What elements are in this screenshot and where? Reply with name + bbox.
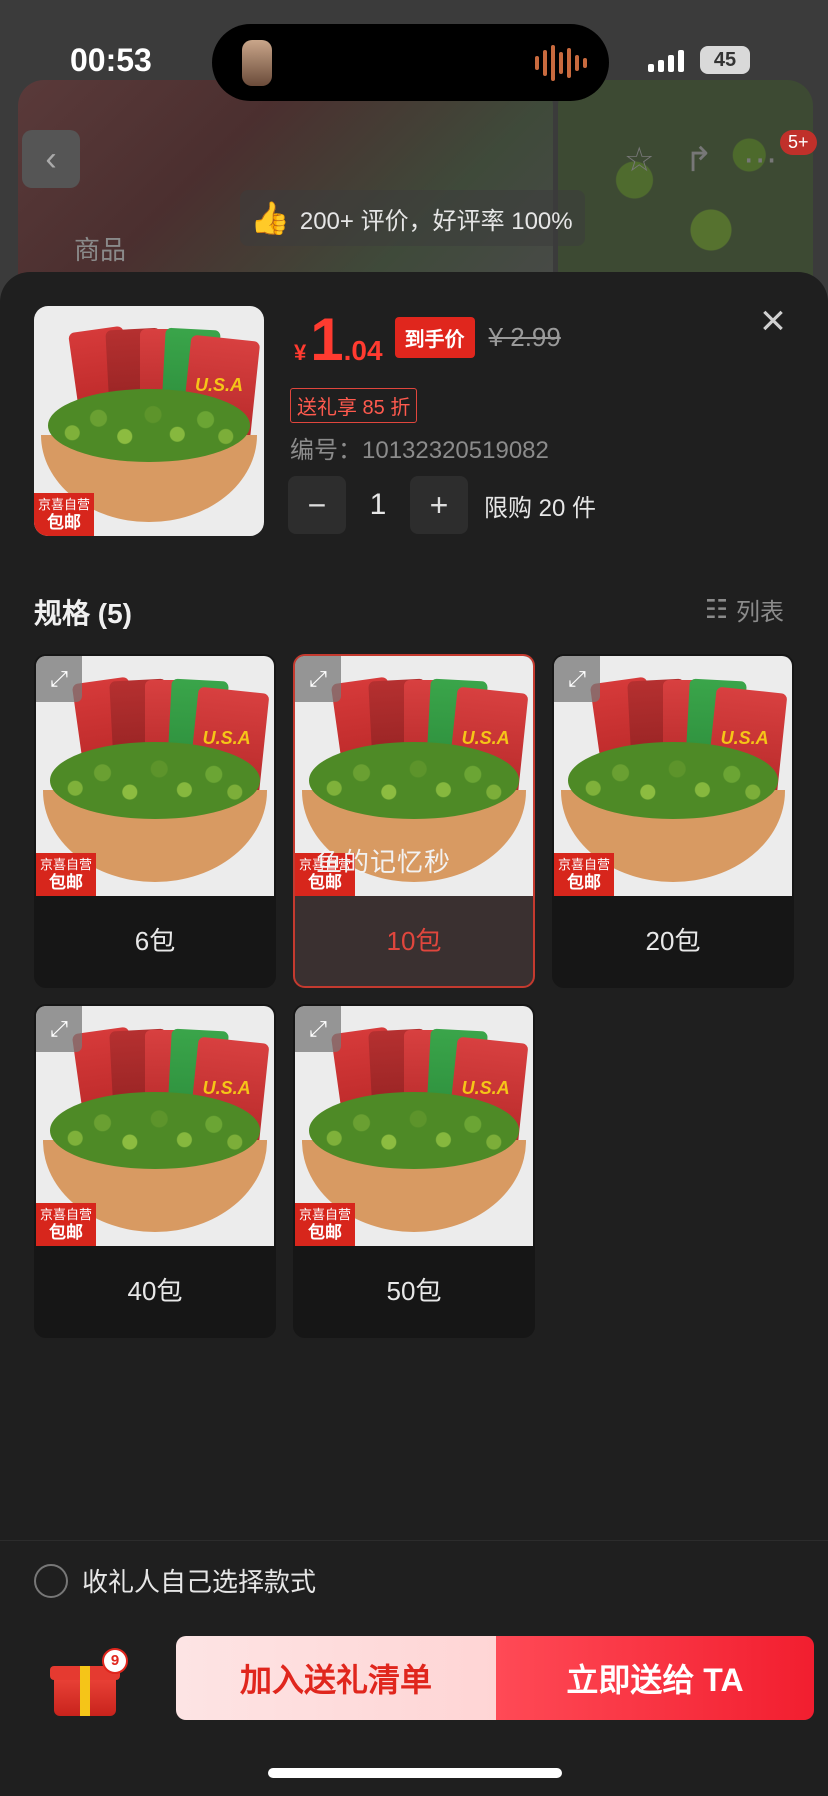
- chevron-left-icon: ‹: [45, 139, 57, 178]
- list-icon: ☷: [704, 594, 728, 624]
- notification-badge: 5+: [780, 130, 817, 155]
- spec-image: U.S.A 京喜自营 包邮 ⤢: [554, 656, 792, 896]
- spec-image: U.S.A 京喜自营 包邮 ⤢: [36, 656, 274, 896]
- spec-label: 50包: [386, 1275, 442, 1306]
- spec-option[interactable]: U.S.A 京喜自营 包邮 ⤢ 20包: [552, 654, 794, 988]
- product-image: U.S.A 京喜自营 包邮: [34, 306, 264, 536]
- review-summary: 👍 200+ 评价，好评率 100%: [240, 190, 585, 246]
- bag-brand-label: U.S.A: [720, 728, 769, 748]
- price-row: ¥ 1 .04 到手价 ¥ 2.99: [294, 310, 561, 372]
- dynamic-island: [212, 24, 609, 101]
- product-code: 编号：10132320519082: [290, 437, 549, 464]
- share-icon[interactable]: ↱: [684, 140, 713, 180]
- minus-icon: −: [307, 486, 327, 523]
- spec-grid: U.S.A 京喜自营 包邮 ⤢ 6包 U.S.A 京喜自营 包邮 ⤢ 10包 U.S…: [34, 654, 796, 1338]
- expand-icon[interactable]: ⤢: [36, 1006, 82, 1052]
- decrease-button[interactable]: −: [288, 476, 346, 534]
- bag-brand-label: U.S.A: [461, 728, 510, 748]
- expand-icon[interactable]: ⤢: [295, 656, 341, 702]
- increase-button[interactable]: +: [410, 476, 468, 534]
- back-button[interactable]: ‹: [22, 130, 80, 188]
- battery-icon: 45: [700, 46, 750, 74]
- price-integer: 1: [310, 306, 344, 373]
- bag-brand-label: U.S.A: [195, 375, 244, 395]
- jd-self-operated-tag: 京喜自营 包邮: [554, 853, 614, 896]
- jd-self-operated-tag: 京喜自营 包邮: [36, 853, 96, 896]
- spec-image: U.S.A 京喜自营 包邮 ⤢: [36, 1006, 274, 1246]
- avatar: [242, 40, 272, 86]
- plus-icon: +: [429, 486, 449, 523]
- bag-brand-label: U.S.A: [461, 1078, 510, 1098]
- watermark-text: 鱼的记忆秒: [316, 847, 452, 877]
- gift-list-button[interactable]: 9: [50, 1648, 128, 1716]
- gift-discount-badge: 送礼享 85 折: [290, 388, 418, 423]
- top-action-icons: ☆ ↱ ⋯: [624, 140, 777, 180]
- signal-icon: [648, 50, 684, 72]
- quantity-value[interactable]: 1: [346, 488, 410, 522]
- divider: [0, 1540, 828, 1541]
- send-gift-now-button[interactable]: 立即送给 TA: [496, 1636, 814, 1720]
- spec-option[interactable]: U.S.A 京喜自营 包邮 ⤢ 50包: [293, 1004, 535, 1338]
- tab-goods[interactable]: 商品: [74, 230, 126, 267]
- quantity-stepper: − 1 + 限购 20 件: [288, 476, 596, 534]
- expand-icon[interactable]: ⤢: [295, 1006, 341, 1052]
- jd-self-operated-tag: 京喜自营 包邮: [295, 1203, 355, 1246]
- receiver-option-label: 收礼人自己选择款式: [82, 1567, 317, 1597]
- spec-section-title: 规格 (5): [34, 598, 133, 629]
- status-time: 00:53: [70, 42, 152, 78]
- original-price: ¥ 2.99: [488, 322, 561, 352]
- star-icon[interactable]: ☆: [624, 140, 654, 180]
- spec-option[interactable]: U.S.A 京喜自营 包邮 ⤢ 40包: [34, 1004, 276, 1338]
- spec-option[interactable]: U.S.A 京喜自营 包邮 ⤢ 6包: [34, 654, 276, 988]
- spec-label: 40包: [127, 1275, 183, 1306]
- expand-icon[interactable]: ⤢: [36, 656, 82, 702]
- audio-wave-icon: [535, 44, 587, 82]
- review-text: 200+ 评价，好评率 100%: [299, 207, 573, 235]
- add-to-gift-list-button[interactable]: 加入送礼清单: [176, 1636, 496, 1720]
- jd-self-operated-tag: 京喜自营 包邮: [34, 493, 94, 536]
- background-product-image-2: [558, 80, 813, 300]
- list-view-label: 列表: [736, 599, 784, 626]
- close-icon[interactable]: ×: [756, 299, 790, 343]
- price-currency: ¥: [294, 340, 307, 365]
- spec-label: 6包: [134, 925, 176, 956]
- expand-icon[interactable]: ⤢: [554, 656, 600, 702]
- list-view-toggle[interactable]: ☷ 列表: [705, 592, 784, 627]
- more-icon[interactable]: ⋯: [743, 140, 777, 180]
- price-decimal: .04: [343, 335, 383, 366]
- spec-label: 10包: [386, 925, 442, 956]
- gift-count-badge: 9: [102, 1648, 128, 1674]
- home-indicator[interactable]: [268, 1768, 562, 1778]
- final-price-tag: 到手价: [394, 317, 475, 358]
- thumbs-up-icon: 👍: [250, 200, 290, 236]
- radio-button[interactable]: [34, 1563, 68, 1598]
- spec-label: 20包: [645, 925, 701, 956]
- receiver-choose-option[interactable]: 收礼人自己选择款式: [34, 1562, 316, 1599]
- product-thumbnail[interactable]: U.S.A 京喜自营 包邮: [34, 306, 264, 536]
- bag-brand-label: U.S.A: [202, 1078, 251, 1098]
- spec-image: U.S.A 京喜自营 包邮 ⤢: [295, 1006, 533, 1246]
- spec-selection-sheet: × U.S.A 京喜自营 包邮 ¥ 1 .04 到手价 ¥ 2.99 送礼享 8…: [0, 272, 828, 1796]
- bag-brand-label: U.S.A: [202, 728, 251, 748]
- jd-self-operated-tag: 京喜自营 包邮: [36, 1203, 96, 1246]
- spec-option-selected[interactable]: U.S.A 京喜自营 包邮 ⤢ 10包: [293, 654, 535, 988]
- purchase-limit: 限购 20 件: [484, 494, 597, 522]
